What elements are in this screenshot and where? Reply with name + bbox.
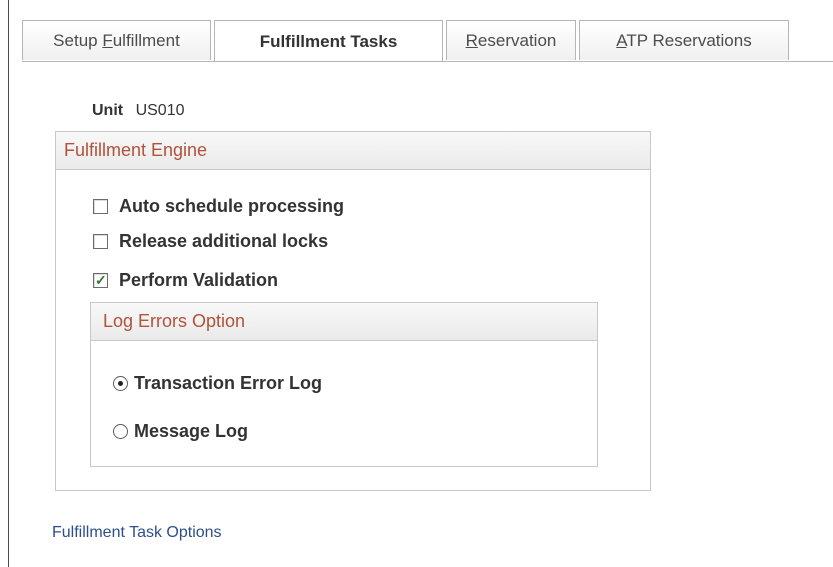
group-title: Log Errors Option [103, 311, 246, 331]
page-border [8, 0, 9, 567]
radio-label: Message Log [134, 421, 249, 441]
fulfillment-task-options-link[interactable]: Fulfillment Task Options [52, 524, 222, 542]
tab-label: Fulfillment Tasks [259, 31, 398, 51]
auto-schedule-checkbox[interactable] [93, 199, 108, 214]
fulfillment-engine-header: Fulfillment Engine [56, 132, 650, 170]
tab-label: ATP Reservations [616, 30, 752, 50]
tab-label: Setup Fulfillment [53, 30, 180, 50]
auto-schedule-checkbox-row[interactable]: Auto schedule processing [93, 196, 344, 217]
unit-label: Unit [92, 102, 124, 119]
checkmark-icon: ✓ [95, 272, 107, 288]
unit-value: US010 [135, 102, 185, 119]
checkbox-label: Perform Validation [119, 270, 279, 290]
checkbox-label: Auto schedule processing [119, 196, 345, 216]
release-locks-checkbox[interactable] [93, 234, 108, 249]
perform-validation-checkbox-row[interactable]: ✓ Perform Validation [93, 270, 278, 291]
tab-atp-reservations[interactable]: ATP Reservations [579, 20, 789, 60]
message-log-radio-row[interactable]: Message Log [113, 421, 248, 442]
tab-bar: Setup Fulfillment Fulfillment Tasks Rese… [22, 20, 789, 62]
unit-display: Unit US010 [92, 102, 184, 120]
transaction-error-log-radio[interactable] [113, 376, 128, 391]
message-log-radio[interactable] [113, 424, 128, 439]
log-errors-header: Log Errors Option [91, 303, 597, 341]
transaction-error-log-radio-row[interactable]: Transaction Error Log [113, 373, 322, 394]
release-locks-checkbox-row[interactable]: Release additional locks [93, 231, 328, 252]
tab-fulfillment-tasks[interactable]: Fulfillment Tasks [214, 20, 443, 62]
radio-label: Transaction Error Log [134, 373, 323, 393]
tab-label: Reservation [465, 30, 557, 50]
tab-reservation[interactable]: Reservation [446, 20, 576, 60]
tab-setup-fulfillment[interactable]: Setup Fulfillment [22, 20, 211, 60]
perform-validation-checkbox[interactable]: ✓ [93, 272, 108, 288]
tab-underline [22, 61, 833, 62]
radio-selected-dot [118, 381, 123, 386]
group-title: Fulfillment Engine [64, 140, 208, 160]
checkbox-label: Release additional locks [119, 231, 329, 251]
